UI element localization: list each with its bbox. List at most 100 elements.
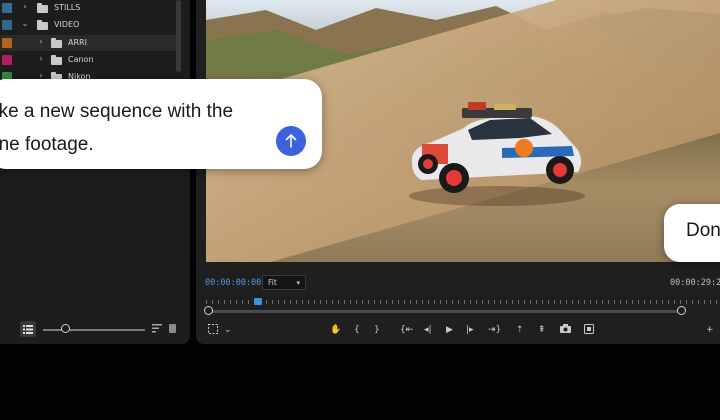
program-monitor: 00:00:00:00 Fit ▾ 00:00:29:2 ⌄ ✋ { } {⇤ … <box>196 0 720 344</box>
panel-scrollbar[interactable] <box>176 0 181 72</box>
ruler-tick <box>536 300 537 304</box>
chevron-right-icon[interactable]: › <box>36 54 46 63</box>
ruler-tick <box>326 300 327 304</box>
ruler-tick <box>272 300 273 304</box>
ruler-tick <box>590 300 591 304</box>
ruler-tick <box>530 300 531 304</box>
export-frame-icon[interactable] <box>584 324 594 334</box>
ruler-tick <box>602 300 603 304</box>
ruler-tick <box>662 300 663 304</box>
label-color-swatch <box>2 55 12 65</box>
folder-icon <box>51 38 62 48</box>
prompt-line: ake a new sequence with the <box>0 101 234 122</box>
ruler-tick <box>644 300 645 304</box>
ruler-tick <box>332 300 333 304</box>
ruler-tick <box>632 300 633 304</box>
bin-row-arri[interactable]: › ARRI <box>0 35 176 51</box>
send-button[interactable] <box>276 126 306 156</box>
folder-icon <box>37 20 48 30</box>
zoom-fit-select[interactable]: Fit ▾ <box>262 275 306 290</box>
ruler-tick <box>572 300 573 304</box>
ruler-tick <box>452 300 453 304</box>
mark-in-icon[interactable]: { <box>354 324 360 336</box>
ruler-tick <box>440 300 441 304</box>
new-bin-icon[interactable] <box>169 324 176 333</box>
thumbnail-zoom-slider[interactable] <box>43 329 145 331</box>
list-view-button[interactable] <box>20 321 36 337</box>
ruler-tick <box>230 300 231 304</box>
rally-car <box>409 102 585 206</box>
scrub-bar[interactable] <box>206 310 682 313</box>
ruler-tick <box>218 300 219 304</box>
ruler-tick <box>542 300 543 304</box>
current-timecode[interactable]: 00:00:00:00 <box>205 278 261 288</box>
ruler-tick <box>650 300 651 304</box>
step-forward-icon[interactable]: |▸ <box>466 324 474 336</box>
ruler-tick <box>596 300 597 304</box>
ruler-tick <box>704 300 705 304</box>
zoom-slider-handle[interactable] <box>61 324 70 333</box>
ruler-tick <box>392 300 393 304</box>
hand-tool-icon[interactable]: ✋ <box>330 324 341 336</box>
time-ruler[interactable] <box>206 298 720 308</box>
go-to-in-icon[interactable]: {⇤ <box>400 324 413 336</box>
marquee-select-icon[interactable] <box>208 324 218 334</box>
sort-icon[interactable] <box>152 324 162 333</box>
add-button-icon[interactable]: + <box>706 324 714 336</box>
ruler-tick <box>578 300 579 304</box>
bin-row-stills[interactable]: › STILLS <box>0 0 176 16</box>
ruler-tick <box>212 300 213 304</box>
ruler-tick <box>614 300 615 304</box>
lift-icon[interactable]: ⇡ <box>516 324 524 336</box>
project-panel: › STILLS ⌄ VIDEO › ARRI › Canon › Nikon <box>0 0 190 344</box>
ruler-tick <box>362 300 363 304</box>
chevron-right-icon[interactable]: › <box>36 37 46 46</box>
playhead[interactable] <box>254 298 262 305</box>
ruler-tick <box>488 300 489 304</box>
in-point-handle[interactable] <box>204 306 213 315</box>
ruler-tick <box>320 300 321 304</box>
ruler-tick <box>350 300 351 304</box>
play-icon[interactable]: ▶ <box>446 324 453 336</box>
ruler-tick <box>344 300 345 304</box>
ruler-tick <box>680 300 681 304</box>
bin-row-canon[interactable]: › Canon <box>0 52 176 68</box>
ruler-tick <box>458 300 459 304</box>
ruler-tick <box>404 300 405 304</box>
chevron-right-icon[interactable]: › <box>20 2 30 11</box>
ruler-tick <box>476 300 477 304</box>
ruler-tick <box>584 300 585 304</box>
mark-out-icon[interactable]: } <box>374 324 380 336</box>
ruler-tick <box>434 300 435 304</box>
out-point-handle[interactable] <box>677 306 686 315</box>
ruler-tick <box>398 300 399 304</box>
ruler-tick <box>494 300 495 304</box>
ruler-tick <box>500 300 501 304</box>
prompt-text: ake a new sequence with the one footage. <box>0 95 248 161</box>
ruler-tick <box>380 300 381 304</box>
ruler-tick <box>716 300 717 304</box>
ruler-tick <box>356 300 357 304</box>
step-back-icon[interactable]: ◂| <box>424 324 432 336</box>
go-to-out-icon[interactable]: ⇥} <box>488 324 501 336</box>
ruler-tick <box>686 300 687 304</box>
reply-bubble: Don <box>664 204 720 262</box>
ruler-tick <box>518 300 519 304</box>
chevron-down-icon[interactable]: ⌄ <box>224 324 232 336</box>
ruler-tick <box>206 300 207 304</box>
extract-icon[interactable]: ⇞ <box>538 324 546 336</box>
ruler-tick <box>422 300 423 304</box>
chevron-down-icon[interactable]: ⌄ <box>20 19 30 28</box>
reply-text: Don <box>686 220 720 241</box>
list-view-icon <box>23 324 33 334</box>
ruler-tick <box>224 300 225 304</box>
camera-icon[interactable] <box>560 324 571 333</box>
bin-label: Canon <box>68 55 94 64</box>
folder-icon <box>51 55 62 65</box>
ruler-tick <box>446 300 447 304</box>
ruler-tick <box>374 300 375 304</box>
ruler-tick <box>608 300 609 304</box>
bin-row-video[interactable]: ⌄ VIDEO <box>0 17 176 33</box>
label-color-swatch <box>2 38 12 48</box>
ruler-tick <box>338 300 339 304</box>
